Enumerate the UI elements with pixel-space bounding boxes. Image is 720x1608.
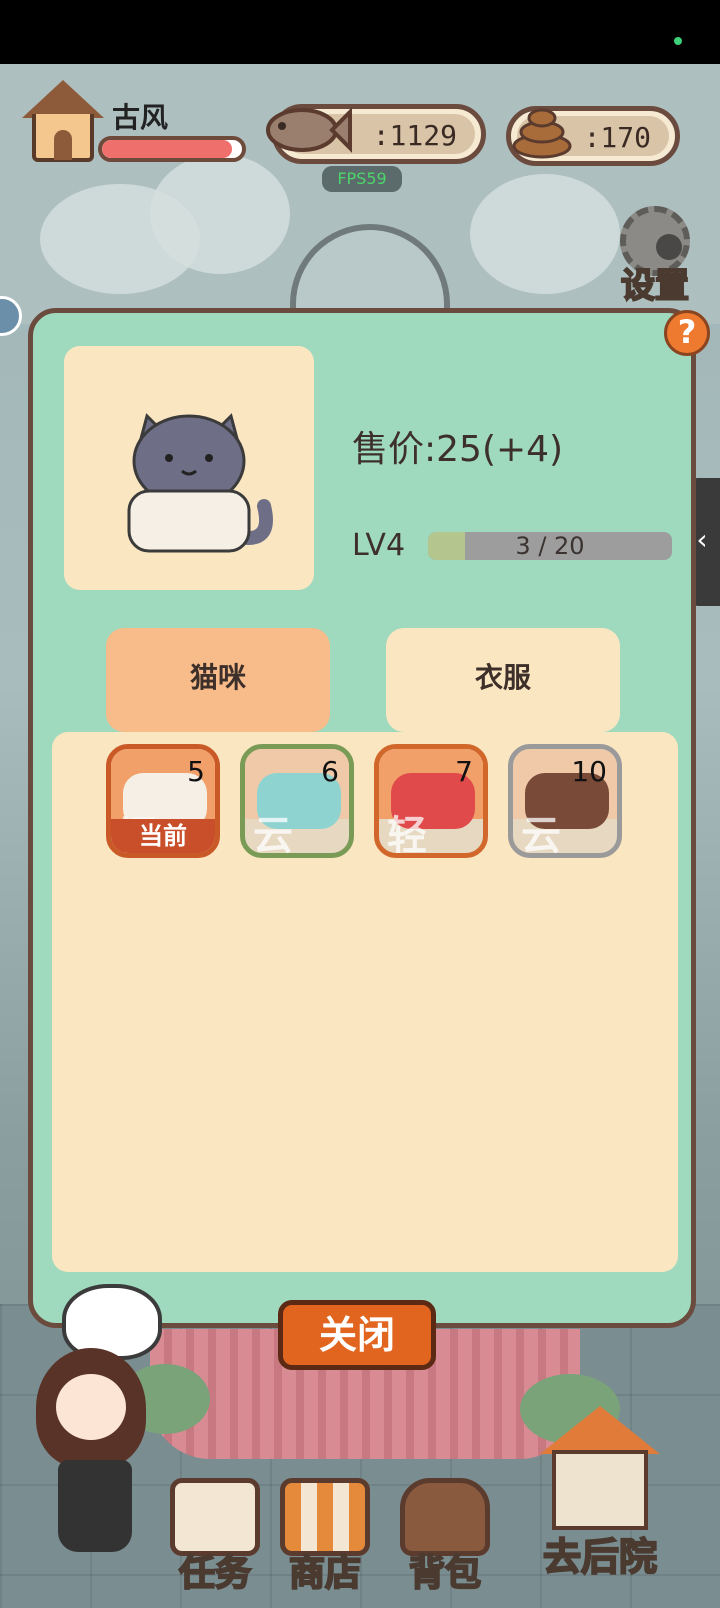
item-glyph: 云 (521, 813, 561, 858)
player-name: 古风 (112, 101, 169, 134)
health-bar (98, 136, 246, 162)
item-number: 10 (571, 755, 607, 788)
tab-cat[interactable]: 猫咪 (106, 628, 330, 732)
item-number: 7 (455, 755, 473, 788)
bag-button[interactable]: 背包 (390, 1478, 500, 1596)
settings-button[interactable]: 设置 (612, 206, 698, 307)
home-icon[interactable] (22, 80, 104, 166)
xp-bar: 3 / 20 (428, 532, 672, 560)
cat-preview-image (127, 413, 273, 553)
shop-button[interactable]: 商店 (270, 1478, 380, 1596)
question-icon: ? (677, 313, 697, 351)
outfit-item[interactable]: 5 旧 当前 (106, 744, 220, 858)
fish-count: :1129 (372, 119, 457, 152)
status-dot-icon (674, 37, 682, 45)
status-bar (0, 0, 720, 64)
outfit-item[interactable]: 7 轻 (374, 744, 488, 858)
poop-icon (512, 108, 572, 159)
task-button[interactable]: 任务 (160, 1478, 270, 1596)
outfit-item[interactable]: 10 云 (508, 744, 622, 858)
current-badge: 当前 (111, 819, 215, 853)
cloud-decoration (150, 154, 290, 274)
fps-counter: FPS59 (322, 166, 402, 192)
close-button[interactable]: 关闭 (278, 1300, 436, 1370)
fish-icon (266, 107, 352, 153)
shop-label: 商店 (288, 1552, 362, 1595)
item-glyph: 轻 (387, 813, 427, 858)
cloud-decoration (470, 174, 620, 294)
backyard-button[interactable]: 去后院 (500, 1400, 700, 1600)
poop-count: :170 (583, 121, 651, 154)
settings-label: 设置 (620, 265, 690, 307)
outfit-item[interactable]: 6 云 (240, 744, 354, 858)
bag-label: 背包 (408, 1552, 482, 1595)
health-bar-fill (102, 140, 233, 158)
chevron-left-icon: ‹ (696, 523, 708, 556)
task-label: 任务 (178, 1552, 252, 1595)
backyard-house-icon (540, 1406, 660, 1454)
backyard-label: 去后院 (542, 1534, 658, 1580)
sale-price: 售价:25(+4) (352, 429, 564, 470)
cat-preview-card (64, 346, 314, 590)
item-glyph: 云 (253, 813, 293, 858)
item-number: 6 (321, 755, 339, 788)
help-button[interactable]: ? (664, 310, 710, 356)
level-label: LV4 (352, 528, 406, 563)
item-number: 5 (187, 755, 205, 788)
shopkeeper-character (30, 1340, 160, 1590)
xp-text: 3 / 20 (515, 532, 585, 560)
tab-clothes[interactable]: 衣服 (386, 628, 620, 732)
